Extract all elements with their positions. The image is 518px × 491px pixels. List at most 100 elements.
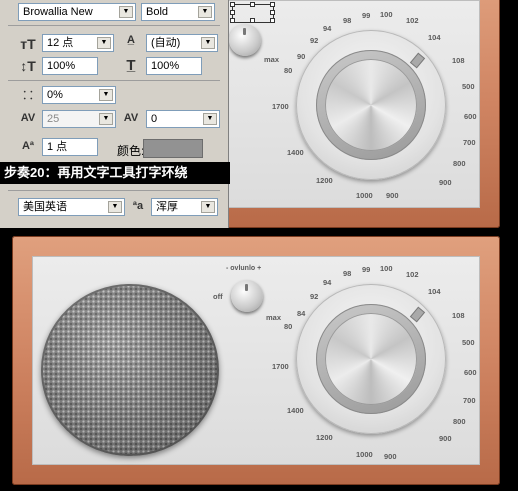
scale-500: 500: [462, 338, 475, 347]
vertical-scale-icon: ↕T: [20, 58, 36, 74]
scale-99: 99: [362, 11, 371, 20]
scale-94: 94: [323, 24, 332, 33]
divider: [8, 190, 220, 191]
anti-alias-select[interactable]: 浑厚 ▼: [151, 198, 218, 216]
vertical-scale-field[interactable]: 100%: [42, 57, 98, 75]
chevron-down-icon[interactable]: ▼: [203, 113, 217, 125]
scale-500: 500: [462, 82, 475, 91]
font-family-value: Browallia New: [23, 6, 93, 18]
chevron-down-icon[interactable]: ▼: [201, 37, 215, 49]
font-style-select[interactable]: Bold ▼: [141, 3, 215, 21]
horizontal-scale-value: 100%: [151, 60, 180, 72]
bottom-tuning-dial-ring: [316, 304, 426, 414]
chevron-down-icon[interactable]: ▼: [99, 89, 113, 101]
anti-alias-value: 浑厚: [156, 201, 178, 213]
scale-90: 90: [297, 52, 306, 61]
baseline-shift-field[interactable]: 1 点: [42, 138, 98, 156]
volume-knob[interactable]: [229, 24, 261, 56]
color-label: 颜色:: [117, 144, 145, 158]
font-size-icon: ᴛT: [20, 36, 36, 52]
scale-900b: 900: [386, 191, 399, 200]
tsume-value: 0%: [47, 89, 63, 101]
scale-94: 94: [323, 278, 332, 287]
scale-700: 700: [463, 396, 476, 405]
font-size-value: 12 点: [47, 37, 74, 49]
scale-1200: 1200: [316, 176, 333, 185]
bottom-radio-face: - ovlunlo + off max 80 84 90 92 94 98 99…: [32, 256, 480, 465]
chevron-down-icon[interactable]: ▼: [97, 37, 111, 49]
selection-handle[interactable]: [230, 18, 235, 23]
scale-1000: 1000: [356, 450, 373, 459]
chevron-down-icon[interactable]: ▼: [119, 6, 133, 18]
scale-104: 104: [428, 33, 441, 42]
tracking-field[interactable]: 0 ▼: [146, 110, 220, 128]
scale-80: 80: [284, 66, 293, 75]
kerning-icon: AV: [20, 112, 36, 124]
scale-1400: 1400: [287, 148, 304, 157]
scale-100: 100: [380, 264, 393, 273]
volume-off-label: off: [213, 292, 223, 301]
scale-1400: 1400: [287, 406, 304, 415]
step-caption: 步奏20：再用文字工具打字环绕: [0, 162, 230, 184]
tsume-icon: ⸬: [23, 90, 33, 102]
baseline-shift-icon: Aª: [21, 140, 34, 152]
selection-handle[interactable]: [250, 2, 255, 7]
selection-handle[interactable]: [230, 10, 235, 15]
scale-102: 102: [406, 270, 419, 279]
font-style-value: Bold: [146, 6, 169, 18]
divider: [8, 25, 220, 26]
chevron-down-icon[interactable]: ▼: [99, 113, 113, 125]
selection-handle[interactable]: [230, 2, 235, 7]
selection-handle[interactable]: [250, 18, 255, 23]
selection-handle[interactable]: [270, 18, 275, 23]
tracking-icon: AV: [123, 112, 139, 124]
bottom-radio-frame: - ovlunlo + off max 80 84 90 92 94 98 99…: [12, 236, 500, 485]
font-family-select[interactable]: Browallia New ▼: [18, 3, 136, 21]
font-size-field[interactable]: 12 点 ▼: [42, 34, 114, 52]
scale-800: 800: [453, 159, 466, 168]
horizontal-scale-icon: T̲: [126, 57, 136, 74]
scale-1700: 1700: [272, 102, 289, 111]
selection-handle[interactable]: [270, 2, 275, 7]
language-select[interactable]: 美国英语 ▼: [18, 198, 125, 216]
color-swatch[interactable]: [143, 139, 203, 158]
scale-92: 92: [310, 36, 319, 45]
top-tuning-knob[interactable]: [325, 59, 417, 151]
scale-900: 900: [439, 434, 452, 443]
top-tuning-dial-ring: [316, 50, 426, 160]
anti-alias-icon: ªa: [132, 200, 144, 212]
tracking-value: 0: [151, 113, 158, 125]
horizontal-scale-field[interactable]: 100%: [146, 57, 202, 75]
vertical-scale-value: 100%: [47, 60, 76, 72]
scale-600: 600: [464, 368, 477, 377]
kerning-field[interactable]: 25 ▼: [42, 110, 116, 128]
scale-80: 80: [284, 322, 293, 331]
scale-108: 108: [452, 311, 465, 320]
baseline-shift-value: 1 点: [47, 141, 68, 153]
scale-84: 84: [297, 309, 306, 318]
scale-98: 98: [343, 269, 352, 278]
chevron-down-icon[interactable]: ▼: [201, 201, 215, 213]
scale-102: 102: [406, 16, 419, 25]
leading-field[interactable]: (自动) ▼: [146, 34, 218, 52]
chevron-down-icon[interactable]: ▼: [108, 201, 122, 213]
text-selection-box[interactable]: [230, 2, 275, 23]
scale-1000: 1000: [356, 191, 373, 200]
bottom-tuning-knob[interactable]: [325, 313, 417, 405]
bottom-tuning-dial-outer: [296, 284, 446, 434]
scale-900: 900: [439, 178, 452, 187]
leading-icon: A̲: [127, 34, 135, 46]
scale-1200: 1200: [316, 433, 333, 442]
bottom-dial-pointer: [409, 306, 426, 323]
leading-value: (自动): [151, 37, 181, 49]
volume-max-label-bottom: max: [266, 313, 282, 322]
volume-max-label: max: [264, 55, 280, 64]
kerning-value: 25: [47, 113, 60, 125]
speaker-grille: [41, 284, 219, 456]
tsume-field[interactable]: 0% ▼: [42, 86, 116, 104]
selection-handle[interactable]: [270, 10, 275, 15]
bottom-volume-knob[interactable]: [231, 280, 263, 312]
chevron-down-icon[interactable]: ▼: [198, 6, 212, 18]
scale-98: 98: [343, 16, 352, 25]
character-panel: Browallia New ▼ Bold ▼ ᴛT 12 点 ▼ A̲ (自动)…: [0, 0, 229, 228]
